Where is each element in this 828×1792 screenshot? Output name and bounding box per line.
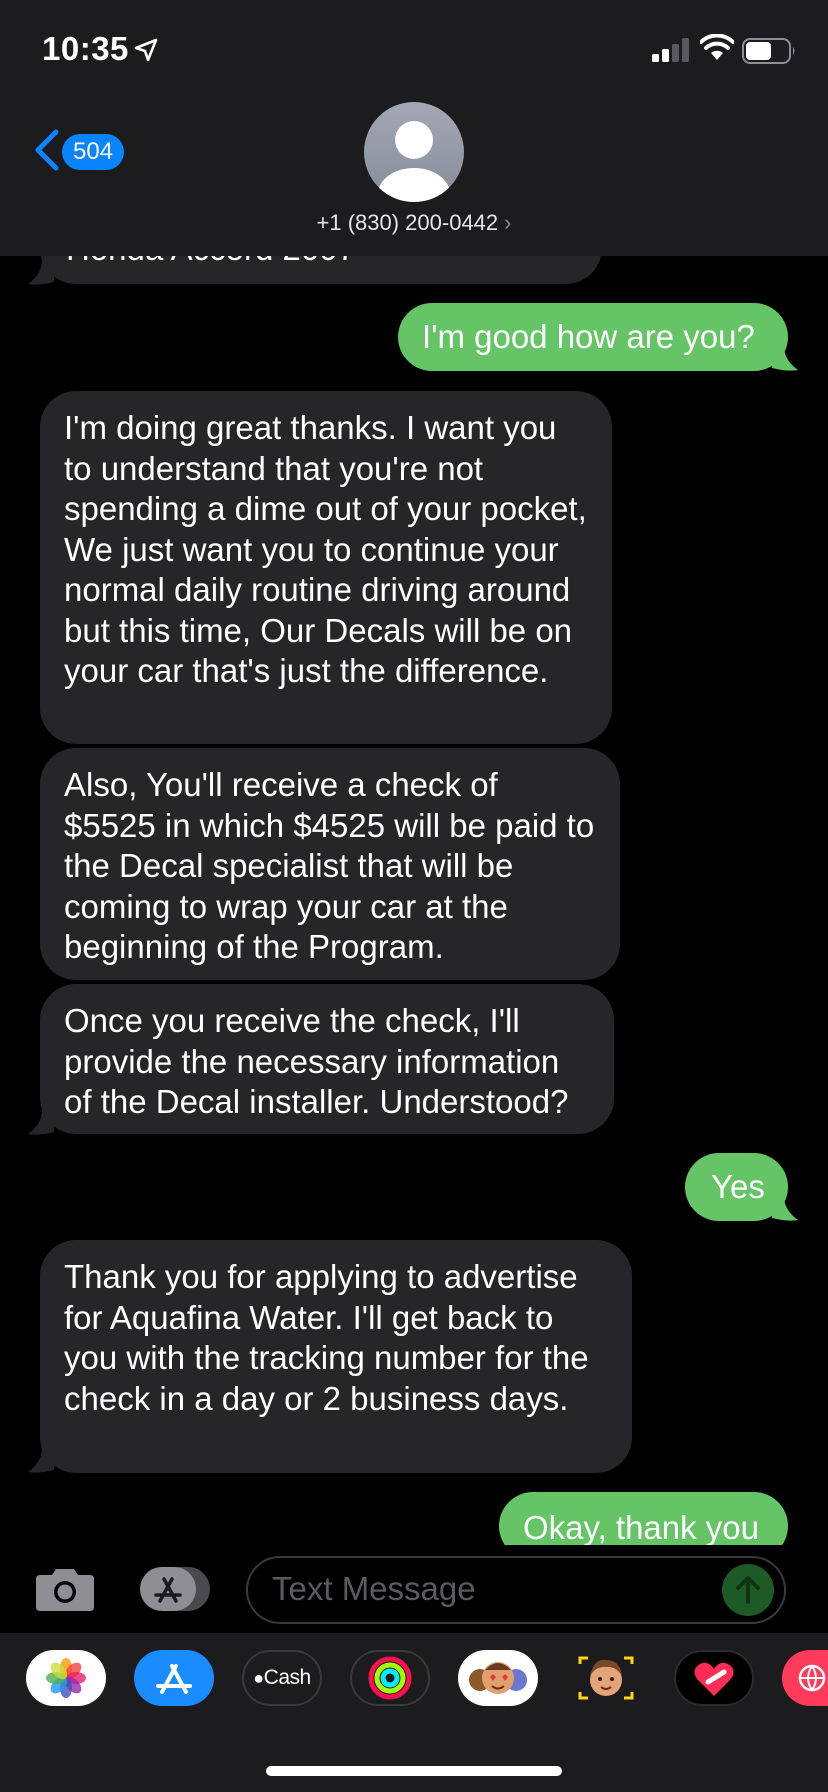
digital-touch-app-button[interactable] (674, 1650, 754, 1706)
contact-avatar[interactable] (364, 102, 464, 202)
photos-app-button[interactable] (26, 1650, 106, 1706)
message-text: Also, You'll receive a check of $5525 in… (64, 766, 595, 965)
message-text: Once you receive the check, I'll provide… (64, 1002, 569, 1120)
memoji-app-button[interactable] (566, 1650, 646, 1706)
bubble-tail (28, 260, 54, 285)
message-incoming: I'm doing great thanks. I want you to un… (40, 391, 612, 744)
arrow-up-icon (736, 1576, 760, 1604)
bubble-tail (772, 1196, 798, 1221)
activity-icon (368, 1656, 412, 1700)
app-store-app-button[interactable] (134, 1650, 214, 1706)
cellular-signal-icon (652, 38, 689, 62)
bubble-tail (772, 346, 798, 371)
message-incoming: Thank you for applying to advertise for … (40, 1240, 632, 1473)
apple-cash-icon: ●Cash (253, 1666, 312, 1689)
message-input-placeholder: Text Message (272, 1570, 476, 1607)
message-text: Thank you for applying to advertise for … (64, 1258, 589, 1417)
location-arrow-icon (134, 38, 158, 62)
back-chevron-icon[interactable] (30, 128, 66, 172)
status-time: 10:35 (42, 30, 129, 67)
photos-icon (46, 1658, 86, 1698)
bubble-tail (28, 1110, 54, 1135)
memoji-stickers-icon (469, 1662, 527, 1694)
memoji-icon (578, 1656, 634, 1700)
message-text: I'm good how are you? (422, 318, 755, 355)
apple-cash-label: Cash (263, 1666, 312, 1689)
message-text: Okay, thank you (523, 1509, 760, 1546)
person-icon (378, 121, 450, 202)
digital-touch-icon (694, 1662, 734, 1696)
message-incoming: Also, You'll receive a check of $5525 in… (40, 748, 620, 980)
memoji-stickers-app-button[interactable] (458, 1650, 538, 1706)
activity-app-button[interactable] (350, 1650, 430, 1706)
message-incoming: Once you receive the check, I'll provide… (40, 984, 614, 1134)
contact-number: +1 (830) 200-0442 (316, 210, 499, 235)
unread-count-badge[interactable]: 504 (62, 134, 124, 170)
contact-name[interactable]: +1 (830) 200-0442 › (0, 210, 828, 236)
wifi-icon (700, 34, 734, 60)
message-text: I'm doing great thanks. I want you to un… (64, 409, 587, 689)
message-outgoing: I'm good how are you? (398, 303, 788, 371)
home-indicator[interactable] (266, 1766, 562, 1776)
message-text: Yes (711, 1168, 765, 1205)
conversation-header: 10:35 504 +1 (830) 200-0442 › (0, 0, 828, 256)
apple-cash-app-button[interactable]: ●Cash (242, 1650, 322, 1706)
bubble-tail (28, 1448, 54, 1473)
app-store-icon (156, 1664, 192, 1694)
chevron-right-icon: › (504, 210, 512, 235)
battery-icon (742, 38, 795, 64)
send-button[interactable] (722, 1564, 774, 1616)
app-store-toggle-icon[interactable] (138, 1565, 212, 1613)
camera-icon[interactable] (34, 1565, 96, 1613)
